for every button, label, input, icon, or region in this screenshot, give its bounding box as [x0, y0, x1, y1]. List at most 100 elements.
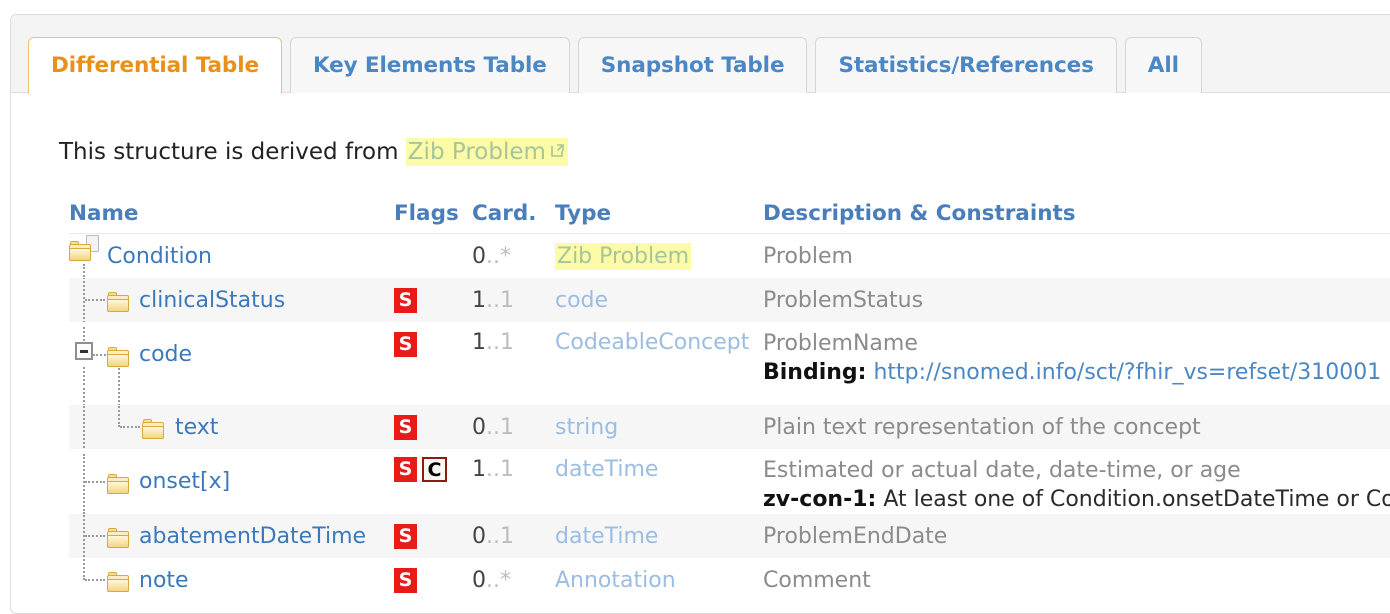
column-header-card[interactable]: Card. — [472, 195, 555, 234]
cell-description: Plain text representation of the concept — [763, 405, 1390, 449]
type-link[interactable]: dateTime — [555, 524, 658, 549]
description-text: ProblemStatus — [763, 288, 924, 313]
cell-name: clinicalStatus — [69, 278, 394, 322]
column-header-type[interactable]: Type — [555, 195, 763, 234]
cell-type: code — [555, 278, 763, 322]
element-name-link[interactable]: text — [175, 415, 218, 440]
card-min: 0 — [472, 567, 486, 593]
element-name-link[interactable]: code — [139, 342, 192, 367]
tab-differential-table[interactable]: Differential Table — [28, 37, 282, 94]
table-row[interactable]: code S 1 ..1 CodeableConcept ProblemName… — [69, 322, 1390, 387]
resource-folder-icon — [69, 235, 99, 261]
column-header-flags[interactable]: Flags — [394, 195, 472, 234]
binding-link[interactable]: http://snomed.info/sct/?fhir_vs=refset/3… — [873, 360, 1381, 385]
card-rest: ..* — [486, 243, 511, 269]
type-link[interactable]: CodeableConcept — [555, 330, 749, 355]
collapse-expander-icon[interactable] — [75, 341, 93, 360]
card-min: 1 — [472, 287, 486, 313]
tab-label: Statistics/References — [838, 53, 1094, 78]
flag-badge-s[interactable]: S — [394, 287, 417, 313]
cell-description: Comment — [763, 558, 1390, 602]
card-min: 0 — [472, 243, 486, 269]
cell-cardinality — [472, 387, 555, 405]
cell-cardinality: 0 ..* — [472, 233, 555, 278]
tab-statistics-references[interactable]: Statistics/References — [815, 37, 1117, 93]
flag-badge-s[interactable]: S — [394, 332, 417, 357]
cell-type: dateTime — [555, 449, 763, 514]
flag-badge-s[interactable]: S — [394, 457, 417, 482]
table-row[interactable]: note S 0 ..* Annotation Comment — [69, 558, 1390, 602]
cell-cardinality: 0 ..1 — [472, 514, 555, 558]
flag-badge-c[interactable]: C — [422, 457, 447, 482]
column-header-name[interactable]: Name — [69, 195, 394, 234]
card-rest: ..1 — [486, 414, 514, 440]
tab-label: Key Elements Table — [312, 53, 547, 78]
type-link[interactable]: code — [555, 288, 608, 313]
tab-snapshot-table[interactable]: Snapshot Table — [577, 37, 808, 93]
element-name-link[interactable]: Condition — [107, 244, 212, 269]
type-link[interactable]: Zib Problem — [557, 244, 689, 269]
card-rest: ..* — [486, 567, 511, 593]
derived-from-prefix: This structure is derived from — [59, 139, 406, 165]
table-row[interactable]: Condition 0 ..* Zib Problem Problem — [69, 233, 1390, 278]
folder-icon — [107, 292, 129, 313]
table-body: Condition 0 ..* Zib Problem Problem clin… — [69, 233, 1390, 602]
cell-name: Condition — [69, 233, 394, 278]
type-link[interactable]: Annotation — [555, 568, 676, 593]
structure-definition-table: Name Flags Card. Type Description & Cons… — [69, 195, 1390, 602]
type-link[interactable]: string — [555, 415, 618, 440]
card-min: 0 — [472, 414, 486, 440]
cell-flags — [394, 233, 472, 278]
cell-description: Problem — [763, 233, 1390, 278]
derived-from-highlight: Zib Problem — [405, 138, 568, 166]
cell-flags: S C — [394, 449, 472, 514]
description-constraint: zv-con-1: At least one of Condition.onse… — [763, 485, 1390, 514]
cell-description: ProblemEndDate — [763, 514, 1390, 558]
folder-icon — [107, 528, 129, 549]
cell-flags — [394, 387, 472, 405]
type-highlight: Zib Problem — [555, 242, 692, 270]
description-text: Estimated or actual date, date-time, or … — [763, 458, 1241, 483]
flag-badge-s[interactable]: S — [394, 567, 417, 593]
tab-label: Differential Table — [51, 53, 259, 78]
tab-key-elements-table[interactable]: Key Elements Table — [289, 37, 570, 93]
cell-description: ProblemStatus — [763, 278, 1390, 322]
folder-icon — [107, 572, 129, 593]
description-text: Plain text representation of the concept — [763, 415, 1201, 440]
tab-bar: Differential Table Key Elements Table Sn… — [28, 37, 1202, 94]
cell-cardinality: 1 ..1 — [472, 449, 555, 514]
element-name-link[interactable]: note — [139, 568, 189, 593]
description-text: ProblemName — [763, 331, 918, 356]
element-name-link[interactable]: clinicalStatus — [139, 288, 285, 313]
element-name-link[interactable]: abatementDateTime — [139, 524, 366, 549]
folder-icon — [142, 419, 164, 440]
tab-all[interactable]: All — [1124, 37, 1202, 93]
derived-from-link[interactable]: Zib Problem — [408, 139, 546, 165]
cell-cardinality: 0 ..* — [472, 558, 555, 602]
cell-type: dateTime — [555, 514, 763, 558]
folder-icon — [107, 346, 129, 368]
element-name-link[interactable]: onset[x] — [139, 469, 230, 494]
cell-flags: S — [394, 514, 472, 558]
cell-name: abatementDateTime — [69, 514, 394, 558]
cell-name: note — [69, 558, 394, 602]
card-rest: ..1 — [486, 457, 514, 482]
table-row-spacer — [69, 387, 1390, 405]
constraint-key: zv-con-1: — [763, 487, 877, 512]
flag-badge-s[interactable]: S — [394, 523, 417, 549]
card-min: 0 — [472, 523, 486, 549]
cell-name: text — [69, 405, 394, 449]
table-row[interactable]: text S 0 ..1 string Plain text represent… — [69, 405, 1390, 449]
tab-label: Snapshot Table — [600, 53, 785, 78]
type-link[interactable]: dateTime — [555, 457, 658, 482]
cell-description: Estimated or actual date, date-time, or … — [763, 449, 1390, 514]
table-row[interactable]: clinicalStatus S 1 ..1 code ProblemStatu… — [69, 278, 1390, 322]
flag-badge-s[interactable]: S — [394, 414, 417, 440]
binding-label: Binding: — [763, 360, 867, 385]
cell-type: Annotation — [555, 558, 763, 602]
table-row[interactable]: onset[x] S C 1 ..1 dateTime Estimated or… — [69, 449, 1390, 514]
structure-table-wrapper: Name Flags Card. Type Description & Cons… — [69, 195, 1390, 602]
column-header-description[interactable]: Description & Constraints — [763, 195, 1390, 234]
table-row[interactable]: abatementDateTime S 0 ..1 dateTime Probl… — [69, 514, 1390, 558]
description-binding: Binding: http://snomed.info/sct/?fhir_vs… — [763, 358, 1390, 387]
